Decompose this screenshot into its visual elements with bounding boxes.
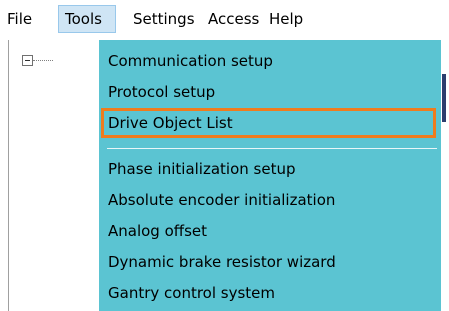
menu-settings[interactable]: Settings: [132, 5, 196, 33]
menu-item-protocol-setup[interactable]: Protocol setup: [99, 77, 441, 107]
menu-bar: File Tools Settings Access Help: [0, 0, 449, 35]
background-window-fragment: [442, 74, 446, 122]
menu-item-absolute-encoder-initialization[interactable]: Absolute encoder initialization: [99, 185, 441, 215]
menu-item-drive-object-list[interactable]: Drive Object List: [101, 108, 436, 138]
menu-file[interactable]: File: [6, 5, 33, 33]
application-window: File Tools Settings Access Help Communic…: [0, 0, 449, 311]
tools-dropdown-menu: Communication setup Protocol setup Drive…: [99, 40, 441, 311]
menu-item-gantry-control-system[interactable]: Gantry control system: [99, 278, 441, 308]
menu-access[interactable]: Access: [207, 5, 260, 33]
menu-item-communication-setup[interactable]: Communication setup: [99, 46, 441, 76]
menu-item-dynamic-brake-resistor-wizard[interactable]: Dynamic brake resistor wizard: [99, 247, 441, 277]
menu-tools[interactable]: Tools: [58, 5, 116, 33]
menu-help[interactable]: Help: [268, 5, 304, 33]
menu-separator: [107, 148, 437, 149]
menu-item-phase-initialization-setup[interactable]: Phase initialization setup: [99, 154, 441, 184]
tree-collapse-icon[interactable]: [22, 55, 33, 66]
menu-item-analog-offset[interactable]: Analog offset: [99, 216, 441, 246]
window-left-border: [8, 40, 9, 311]
tree-connector-line: [33, 60, 53, 62]
minus-glyph: [25, 60, 30, 61]
